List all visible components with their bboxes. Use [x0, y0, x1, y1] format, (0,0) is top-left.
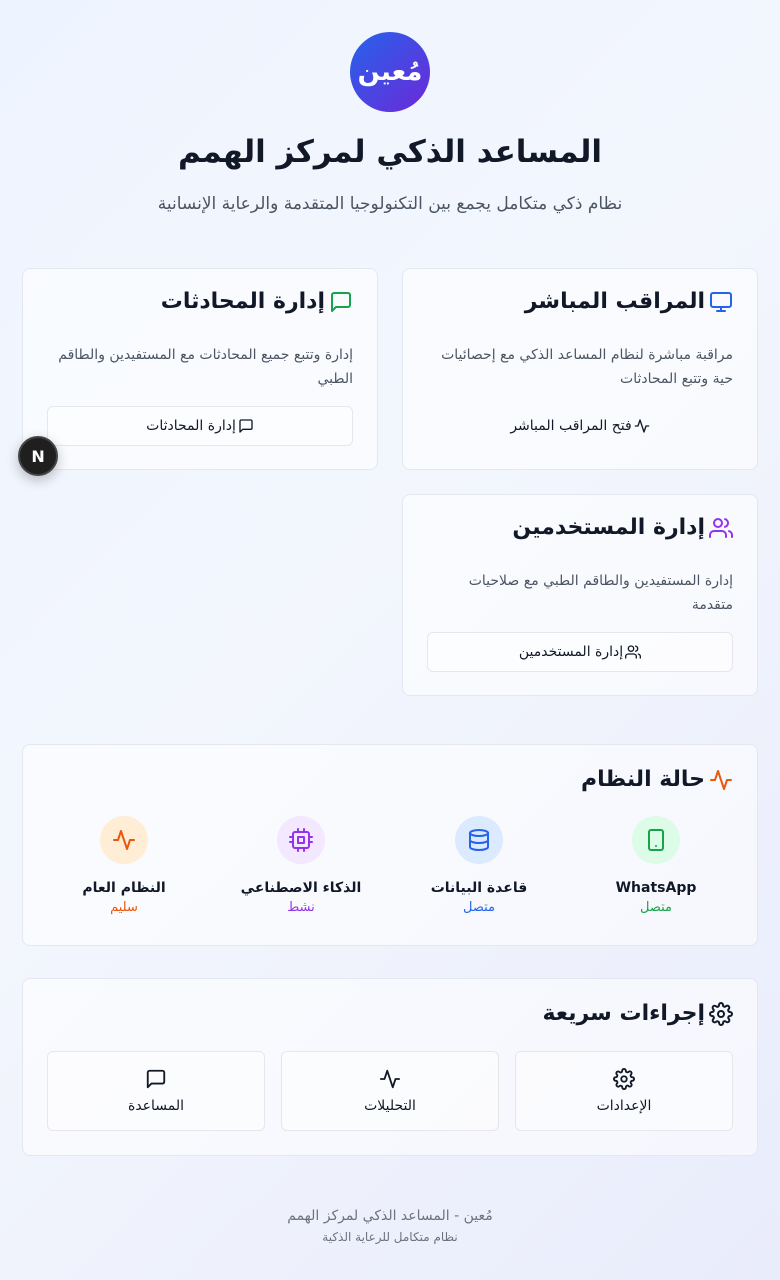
monitor-card-header: المراقب المباشر — [525, 289, 733, 314]
users-card: إدارة المستخدمين إدارة المستفيدين والطاق… — [402, 494, 758, 696]
dev-badge-label: N — [31, 446, 45, 466]
conversations-card-description: إدارة وتتبع جميع المحادثات مع المستفيدين… — [58, 347, 353, 387]
system-status-title: حالة النظام — [581, 767, 705, 792]
system-status-header: حالة النظام — [581, 767, 733, 792]
activity-icon — [634, 418, 650, 434]
status-name: النظام العام — [82, 880, 166, 896]
activity-icon — [112, 828, 136, 852]
footer-title: مُعين - المساعد الذكي لمركز الهمم — [287, 1208, 493, 1224]
open-monitor-button[interactable]: فتح المراقب المباشر — [427, 406, 733, 446]
smartphone-icon — [644, 828, 668, 852]
settings-icon — [613, 1068, 635, 1090]
manage-conversations-button[interactable]: إدارة المحادثات — [47, 406, 353, 446]
brand-logo: مُعين — [350, 32, 430, 112]
users-icon — [709, 516, 733, 540]
manage-users-button[interactable]: إدارة المستخدمين — [427, 632, 733, 672]
conversations-card-header: إدارة المحادثات — [161, 289, 353, 314]
status-item-ai: الذكاء الاصطناعي نشط — [221, 816, 381, 915]
monitor-card-title: المراقب المباشر — [524, 289, 705, 314]
status-circle — [632, 816, 680, 864]
analytics-label: التحليلات — [364, 1098, 416, 1114]
status-circle — [100, 816, 148, 864]
message-icon — [145, 1068, 167, 1090]
conversations-card: إدارة المحادثات إدارة وتتبع جميع المحادث… — [22, 268, 378, 470]
settings-button[interactable]: الإعدادات — [515, 1051, 733, 1131]
settings-label: الإعدادات — [596, 1098, 652, 1114]
status-name: الذكاء الاصطناعي — [240, 880, 362, 896]
status-value: سليم — [110, 900, 138, 915]
manage-conversations-label: إدارة المحادثات — [146, 418, 236, 434]
settings-icon — [709, 1001, 733, 1026]
message-icon — [238, 418, 254, 434]
users-card-header: إدارة المستخدمين — [512, 515, 733, 540]
message-icon — [329, 290, 353, 314]
status-value: نشط — [287, 900, 315, 915]
status-value: متصل — [462, 900, 495, 915]
activity-icon — [709, 768, 733, 792]
logo-text: مُعين — [357, 57, 423, 87]
status-name: WhatsApp — [615, 880, 697, 896]
page-subtitle: نظام ذكي متكامل يجمع بين التكنولوجيا الم… — [157, 194, 623, 214]
monitor-card: المراقب المباشر مراقبة مباشرة لنظام المس… — [402, 268, 758, 470]
help-button[interactable]: المساعدة — [47, 1051, 265, 1131]
quick-actions-title: إجراءات سريعة — [542, 1001, 705, 1026]
quick-actions-header: إجراءات سريعة — [542, 1001, 733, 1026]
activity-icon — [379, 1068, 401, 1090]
page-title: المساعد الذكي لمركز الهمم — [177, 134, 603, 170]
database-icon — [467, 828, 491, 852]
dev-tools-badge[interactable]: N — [18, 436, 58, 476]
status-name: قاعدة البيانات — [430, 880, 528, 896]
status-item-whatsapp: WhatsApp متصل — [576, 816, 736, 915]
users-card-title: إدارة المستخدمين — [512, 515, 705, 540]
cpu-icon — [289, 828, 313, 852]
status-item-database: قاعدة البيانات متصل — [399, 816, 559, 915]
footer-subtitle: نظام متكامل للرعاية الذكية — [322, 1230, 458, 1244]
users-card-description: إدارة المستفيدين والطاقم الطبي مع صلاحيا… — [468, 573, 733, 613]
monitor-icon — [709, 290, 733, 314]
status-value: متصل — [639, 900, 672, 915]
analytics-button[interactable]: التحليلات — [281, 1051, 499, 1131]
open-monitor-label: فتح المراقب المباشر — [510, 418, 632, 434]
help-label: المساعدة — [127, 1098, 185, 1114]
status-circle — [455, 816, 503, 864]
status-item-system: النظام العام سليم — [44, 816, 204, 915]
status-circle — [277, 816, 325, 864]
monitor-card-description: مراقبة مباشرة لنظام المساعد الذكي مع إحص… — [441, 347, 733, 387]
manage-users-label: إدارة المستخدمين — [518, 644, 624, 660]
users-icon — [625, 644, 642, 660]
conversations-card-title: إدارة المحادثات — [160, 289, 325, 314]
